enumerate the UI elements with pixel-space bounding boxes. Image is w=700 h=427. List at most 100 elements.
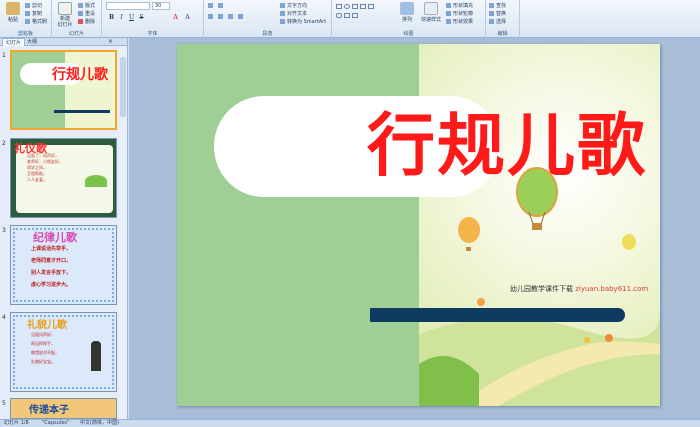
- callout-icon[interactable]: [352, 13, 358, 18]
- cut-button[interactable]: 剪切: [25, 3, 42, 10]
- arrange-button[interactable]: 排列: [396, 2, 418, 28]
- oval-icon[interactable]: [344, 4, 350, 9]
- bullets-icon: [208, 3, 213, 8]
- text-direction-icon: [280, 3, 285, 8]
- fill-icon: [446, 3, 451, 8]
- flower-icon: [584, 337, 590, 343]
- delete-slide-button[interactable]: 删除: [78, 19, 95, 26]
- theme-name: "Capsules": [42, 420, 70, 426]
- rounded-rect-icon[interactable]: [336, 13, 342, 18]
- thumb-body: 见面问声好， 再见挥挥手， 做错说对不起， 礼貌好宝宝。: [31, 332, 59, 364]
- thumb-body: 见面了，问声好， 老师好，小朋友好， 同学之间， 互相帮助， 人人友爱。: [27, 153, 63, 182]
- clipboard-group: 粘贴 剪切 复制 格式刷 剪贴板: [0, 0, 52, 38]
- smartart-button[interactable]: 转换为 SmartArt: [280, 19, 326, 26]
- editing-group: 查找 替换 选择 编辑: [486, 0, 520, 38]
- format-painter-button[interactable]: 格式刷: [25, 19, 47, 26]
- slide-thumbnail-1[interactable]: 行规儿歌: [10, 50, 117, 130]
- select-button[interactable]: 选择: [489, 19, 506, 26]
- arrange-icon: [400, 2, 414, 15]
- drawing-group: 排列 快速样式 形状填充 形状轮廓 形状效果 绘图: [332, 0, 486, 38]
- ribbon: 粘贴 剪切 复制 格式刷 剪贴板 新建 幻灯片 版式 重设 删除 幻灯片 30 …: [0, 0, 700, 38]
- font-size-combo[interactable]: 30: [152, 2, 170, 10]
- shape-effects-button[interactable]: 形状效果: [446, 19, 473, 26]
- replace-button[interactable]: 替换: [489, 11, 506, 18]
- paste-button[interactable]: 粘贴: [2, 2, 24, 28]
- triangle-icon[interactable]: [352, 4, 358, 9]
- scissors-icon: [25, 3, 30, 8]
- person-icon: [91, 341, 101, 371]
- align-right-button[interactable]: [228, 14, 235, 21]
- thumb-bar: [54, 110, 110, 113]
- small-balloon-icon: [458, 217, 480, 251]
- new-slide-button[interactable]: 新建 幻灯片: [54, 2, 76, 28]
- slide-thumbnail-3[interactable]: 纪律儿歌 上课说话先举手， 老师同意才开口， 别人发言手放下， 虚心学习进步大。: [10, 225, 117, 305]
- umbrella-icon: [85, 175, 107, 187]
- reset-icon: [78, 11, 83, 16]
- shape-fill-button[interactable]: 形状填充: [446, 3, 473, 10]
- panel-scrollbar[interactable]: [119, 47, 127, 419]
- cursor-icon: [489, 19, 494, 24]
- tiny-balloon-icon: [622, 234, 636, 250]
- paragraph-group: 文字方向 对齐文本 转换为 SmartArt 段落: [204, 0, 332, 38]
- font-name-combo[interactable]: [106, 2, 150, 10]
- slide-number: 5: [2, 400, 6, 407]
- align-right-icon: [228, 14, 233, 19]
- bold-icon[interactable]: B: [108, 14, 115, 21]
- slide-thumbnail-5[interactable]: 传递本子: [10, 398, 117, 419]
- navy-bar: [370, 308, 625, 322]
- line-icon[interactable]: [360, 4, 366, 9]
- slide-title[interactable]: 行规儿歌: [367, 97, 647, 197]
- align-center-button[interactable]: [218, 14, 225, 21]
- align-left-icon: [208, 14, 213, 19]
- close-icon[interactable]: ×: [108, 38, 113, 46]
- numbering-icon: [218, 3, 223, 8]
- align-text-icon: [280, 11, 285, 16]
- justify-button[interactable]: [238, 14, 245, 21]
- slide-count: 幻灯片 1/8: [4, 420, 29, 426]
- thumb-title: 传递本子: [29, 405, 69, 416]
- star-icon[interactable]: [344, 13, 350, 18]
- slide-thumbnail-4[interactable]: 礼貌儿歌 见面问声好， 再见挥挥手， 做错说对不起， 礼貌好宝宝。: [10, 312, 117, 392]
- slide-number: 4: [2, 314, 6, 321]
- status-bar: 幻灯片 1/8 "Capsules" 中文(简体，中国): [0, 419, 700, 427]
- align-text-button[interactable]: 对齐文本: [280, 11, 307, 18]
- layout-button[interactable]: 版式: [78, 3, 95, 10]
- scroll-thumb[interactable]: [120, 57, 126, 117]
- copy-icon: [25, 11, 30, 16]
- brush-icon: [25, 19, 30, 24]
- slide-editor: 行规儿歌 幼儿园教学课件下载 ziyuan.baby611.com: [129, 38, 700, 419]
- shape-outline-button[interactable]: 形状轮廓: [446, 11, 473, 18]
- font-grow-icon[interactable]: A: [184, 14, 191, 21]
- flower-icon: [605, 334, 613, 342]
- italic-icon[interactable]: I: [118, 14, 125, 21]
- thumb-body: 上课说话先举手， 老师同意才开口， 别人发言手放下， 虚心学习进步大。: [31, 246, 72, 288]
- slide-number: 2: [2, 140, 6, 147]
- language-indicator[interactable]: 中文(简体，中国): [80, 420, 119, 427]
- text-direction-button[interactable]: 文字方向: [280, 3, 307, 10]
- quick-styles-button[interactable]: 快速样式: [418, 2, 444, 28]
- copy-button[interactable]: 复制: [25, 11, 42, 18]
- reset-button[interactable]: 重设: [78, 11, 95, 18]
- slides-panel: 幻灯片 大纲 × 1 行规儿歌 2 礼仪歌 见面了，问声好， 老师好，小朋友好，…: [0, 38, 128, 419]
- delete-icon: [78, 19, 83, 24]
- font-color-icon[interactable]: A: [172, 14, 179, 21]
- strikethrough-icon[interactable]: S: [138, 14, 145, 21]
- slide-canvas[interactable]: 行规儿歌 幼儿园教学课件下载 ziyuan.baby611.com: [177, 44, 660, 406]
- thumb-title: 行规儿歌: [52, 67, 108, 83]
- watermark: 幼儿园教学课件下载 ziyuan.baby611.com: [510, 285, 649, 293]
- rectangle-icon[interactable]: [336, 4, 342, 9]
- tab-slides[interactable]: 幻灯片: [2, 38, 26, 46]
- align-left-button[interactable]: [208, 14, 215, 21]
- slide-thumbnail-2[interactable]: 礼仪歌 见面了，问声好， 老师好，小朋友好， 同学之间， 互相帮助， 人人友爱。: [10, 138, 117, 218]
- align-center-icon: [218, 14, 223, 19]
- bullets-button[interactable]: [208, 3, 215, 10]
- find-button[interactable]: 查找: [489, 3, 506, 10]
- clipboard-icon: [6, 2, 20, 15]
- new-slide-icon: [58, 2, 72, 15]
- effects-icon: [446, 19, 451, 24]
- search-icon: [489, 3, 494, 8]
- arrow-icon[interactable]: [368, 4, 374, 9]
- numbering-button[interactable]: [218, 3, 225, 10]
- underline-icon[interactable]: U: [128, 14, 135, 21]
- tab-outline[interactable]: 大纲: [24, 38, 40, 46]
